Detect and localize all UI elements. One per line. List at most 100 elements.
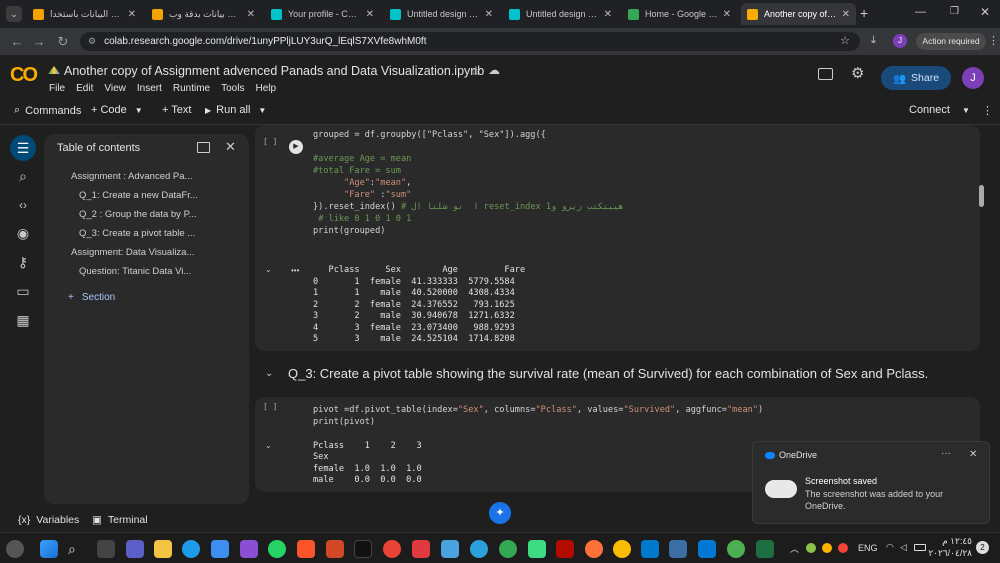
- code-cell-groupby[interactable]: [ ] ▶ grouped = df.groupby(["Pclass", "S…: [255, 125, 984, 351]
- tray-app-icon[interactable]: [838, 543, 848, 553]
- action-required-button[interactable]: Action required: [916, 33, 986, 50]
- azure-icon[interactable]: [698, 540, 716, 558]
- tab-close-icon[interactable]: ✕: [842, 9, 850, 20]
- chrome-alt-icon[interactable]: [613, 540, 631, 558]
- edge-icon[interactable]: [182, 540, 200, 558]
- chrome-icon[interactable]: [383, 540, 401, 558]
- output-collapse-icon[interactable]: ⌄: [265, 441, 272, 450]
- wifi-icon[interactable]: ◠: [886, 542, 894, 553]
- menu-item-runtime[interactable]: Runtime: [173, 83, 210, 94]
- browser-tab[interactable]: Untitled design - 17(✕: [384, 3, 499, 25]
- vscode-icon[interactable]: [641, 540, 659, 558]
- more-options-icon[interactable]: ⋮: [982, 104, 993, 117]
- menu-item-insert[interactable]: Insert: [137, 83, 162, 94]
- key-icon[interactable]: ⚷: [10, 249, 36, 275]
- toc-item-assignment-advanced[interactable]: Assignment : Advanced Pa...: [71, 171, 231, 182]
- share-button[interactable]: 👥 Share: [881, 66, 951, 90]
- tab-close-icon[interactable]: ✕: [485, 9, 493, 20]
- forward-icon[interactable]: →: [28, 34, 50, 49]
- output-collapse-icon[interactable]: ⌄: [265, 265, 272, 274]
- windows-start-icon[interactable]: [40, 540, 58, 558]
- tab-close-icon[interactable]: ✕: [366, 9, 374, 20]
- store-icon[interactable]: [211, 540, 229, 558]
- clock-date[interactable]: ٢٠٢٦/٠٤/٢٨: [928, 548, 972, 559]
- add-section-button[interactable]: + Section: [68, 292, 115, 303]
- browser-tab[interactable]: Your profile - Canva ✕: [265, 3, 380, 25]
- url-field[interactable]: ⚙ colab.research.google.com/drive/1unyPP…: [80, 32, 860, 51]
- tab-close-icon[interactable]: ✕: [604, 9, 612, 20]
- colab-logo[interactable]: CO: [10, 64, 38, 87]
- toc-item-q3[interactable]: Q_3: Create a pivot table ...: [79, 228, 234, 239]
- taskbar-search-icon[interactable]: ⌕: [68, 540, 86, 558]
- whatsapp-icon[interactable]: [268, 540, 286, 558]
- tray-app-icon[interactable]: [822, 543, 832, 553]
- tab-close-icon[interactable]: ✕: [128, 9, 136, 20]
- heading-collapse-icon[interactable]: ⌄: [265, 368, 273, 379]
- menu-item-help[interactable]: Help: [255, 83, 276, 94]
- code-editor[interactable]: pivot =df.pivot_table(index="Sex", colum…: [313, 404, 973, 434]
- notebook-title[interactable]: Another copy of Assignment advenced Pana…: [64, 64, 484, 78]
- variables-button[interactable]: {x} Variables: [18, 514, 79, 526]
- profile-avatar[interactable]: J: [893, 34, 907, 48]
- browser-menu-icon[interactable]: ⋮: [988, 34, 999, 47]
- minimize-window-button[interactable]: —: [915, 6, 926, 18]
- browser-tab[interactable]: Untitled design - 17(✕: [503, 3, 618, 25]
- toc-item-titanic[interactable]: Question: Titanic Data Vi...: [79, 266, 234, 277]
- settings-gear-icon[interactable]: ⚙: [851, 64, 864, 82]
- brave-icon[interactable]: [297, 540, 315, 558]
- wps-icon[interactable]: [412, 540, 430, 558]
- star-icon[interactable]: ☆: [470, 63, 482, 79]
- bookmark-star-icon[interactable]: ☆: [840, 34, 850, 47]
- browser-tab[interactable]: Another copy of Assi ✕: [741, 3, 856, 25]
- menu-item-tools[interactable]: Tools: [221, 83, 244, 94]
- toc-item-q2[interactable]: Q_2 : Group the data by P...: [79, 209, 234, 220]
- toast-close-icon[interactable]: ✕: [969, 449, 977, 460]
- code-editor[interactable]: grouped = df.groupby(["Pclass", "Sex"]).…: [313, 129, 973, 247]
- file-explorer-icon[interactable]: [154, 540, 172, 558]
- run-all-button[interactable]: ▶ Run all ▼: [205, 104, 266, 116]
- notification-badge[interactable]: 2: [976, 541, 989, 554]
- menu-item-view[interactable]: View: [104, 83, 126, 94]
- telegram-icon[interactable]: [470, 540, 488, 558]
- app-icon[interactable]: [669, 540, 687, 558]
- clock-time[interactable]: ١٢:٤٥ م: [936, 536, 972, 547]
- terminal-button[interactable]: ▣ Terminal: [92, 514, 148, 526]
- find-replace-icon[interactable]: ⌕: [10, 163, 36, 189]
- toc-open-tab-icon[interactable]: [197, 142, 210, 153]
- toc-list-icon[interactable]: ☰: [10, 135, 36, 161]
- menu-item-file[interactable]: File: [49, 83, 65, 94]
- back-icon[interactable]: ←: [6, 34, 28, 49]
- widgets-icon[interactable]: [6, 540, 24, 558]
- toast-more-icon[interactable]: ···: [941, 448, 951, 459]
- comments-icon[interactable]: [818, 68, 833, 80]
- chrome-active-icon[interactable]: [499, 540, 517, 558]
- reload-icon[interactable]: ↻: [52, 34, 74, 50]
- run-cell-button[interactable]: ▶: [289, 140, 303, 154]
- menu-item-edit[interactable]: Edit: [76, 83, 93, 94]
- android-studio-icon[interactable]: [528, 540, 546, 558]
- tiktok-icon[interactable]: [354, 540, 372, 558]
- q3-heading[interactable]: Q_3: Create a pivot table showing the su…: [288, 366, 928, 381]
- toc-item-q1[interactable]: Q_1: Create a new DataFr...: [79, 190, 234, 201]
- secrets-icon[interactable]: ◉: [10, 220, 36, 246]
- output-actions-icon[interactable]: •••: [291, 266, 299, 275]
- volume-icon[interactable]: ◁: [900, 542, 907, 553]
- tab-search-button[interactable]: ⌄: [6, 6, 22, 22]
- user-avatar[interactable]: J: [962, 67, 984, 89]
- site-info-icon[interactable]: ⚙: [88, 36, 96, 47]
- restore-window-button[interactable]: ❐: [950, 6, 959, 17]
- language-indicator[interactable]: ENG: [858, 543, 878, 553]
- gemini-icon[interactable]: ✦: [489, 502, 511, 524]
- powerpoint-icon[interactable]: [326, 540, 344, 558]
- onedrive-notification[interactable]: OneDrive ··· ✕ Screenshot saved The scre…: [752, 441, 990, 524]
- scrollbar-thumb[interactable]: [979, 185, 984, 207]
- add-code-button[interactable]: + Code ▼: [91, 104, 143, 116]
- notes-icon[interactable]: [441, 540, 459, 558]
- code-snippets-icon[interactable]: ‹›: [10, 192, 36, 218]
- browser-tab[interactable]: إدخال بيانات بدقة وب ✕: [146, 3, 261, 25]
- tray-chevron-icon[interactable]: ︿: [790, 542, 799, 555]
- toc-close-icon[interactable]: ✕: [225, 139, 236, 155]
- tab-close-icon[interactable]: ✕: [723, 9, 731, 20]
- folder-icon[interactable]: ▭: [10, 278, 36, 304]
- browser-tab[interactable]: Home - Google Drive ✕: [622, 3, 737, 25]
